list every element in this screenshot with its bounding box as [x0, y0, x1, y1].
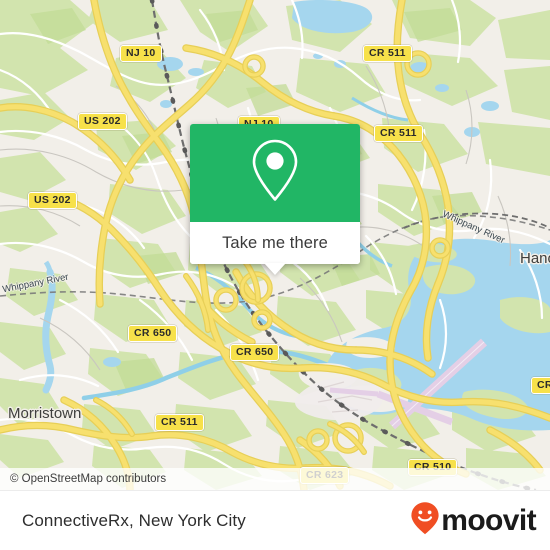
map-attribution-bar: © OpenStreetMap contributors — [0, 468, 550, 490]
moovit-pin-smile-icon — [410, 501, 440, 540]
popup-pointer-tail — [264, 263, 286, 275]
moovit-wordmark: moovit — [441, 503, 536, 537]
place-label-hanover: Hano — [520, 250, 550, 267]
map-canvas[interactable]: NJ 10 CR 511 US 202 NJ 10 CR 511 US 202 … — [0, 0, 550, 490]
bottom-info-bar: ConnectiveRx, New York City moovit — [0, 490, 550, 550]
road-shield[interactable]: CR 650 — [128, 325, 178, 342]
popup-header — [190, 124, 360, 222]
map-pin-icon — [247, 136, 303, 211]
road-shield[interactable]: NJ 10 — [120, 45, 162, 62]
place-label-morristown: Morristown — [8, 405, 82, 422]
road-shield[interactable]: US 202 — [28, 192, 77, 209]
road-shield[interactable]: CR 650 — [230, 344, 280, 361]
location-title: ConnectiveRx, New York City — [22, 510, 246, 530]
road-shield[interactable]: CR 511 — [374, 125, 423, 142]
take-me-there-label: Take me there — [222, 233, 328, 252]
road-shield[interactable]: CR — [531, 377, 550, 394]
moovit-logo[interactable]: moovit — [410, 501, 537, 540]
road-shield[interactable]: CR 511 — [155, 414, 204, 431]
location-popup-card[interactable]: Take me there — [190, 124, 360, 275]
popup-footer[interactable]: Take me there — [190, 222, 360, 275]
attribution-text[interactable]: © OpenStreetMap contributors — [0, 473, 166, 485]
road-shield[interactable]: CR 511 — [363, 45, 412, 62]
road-shield[interactable]: US 202 — [78, 113, 127, 130]
